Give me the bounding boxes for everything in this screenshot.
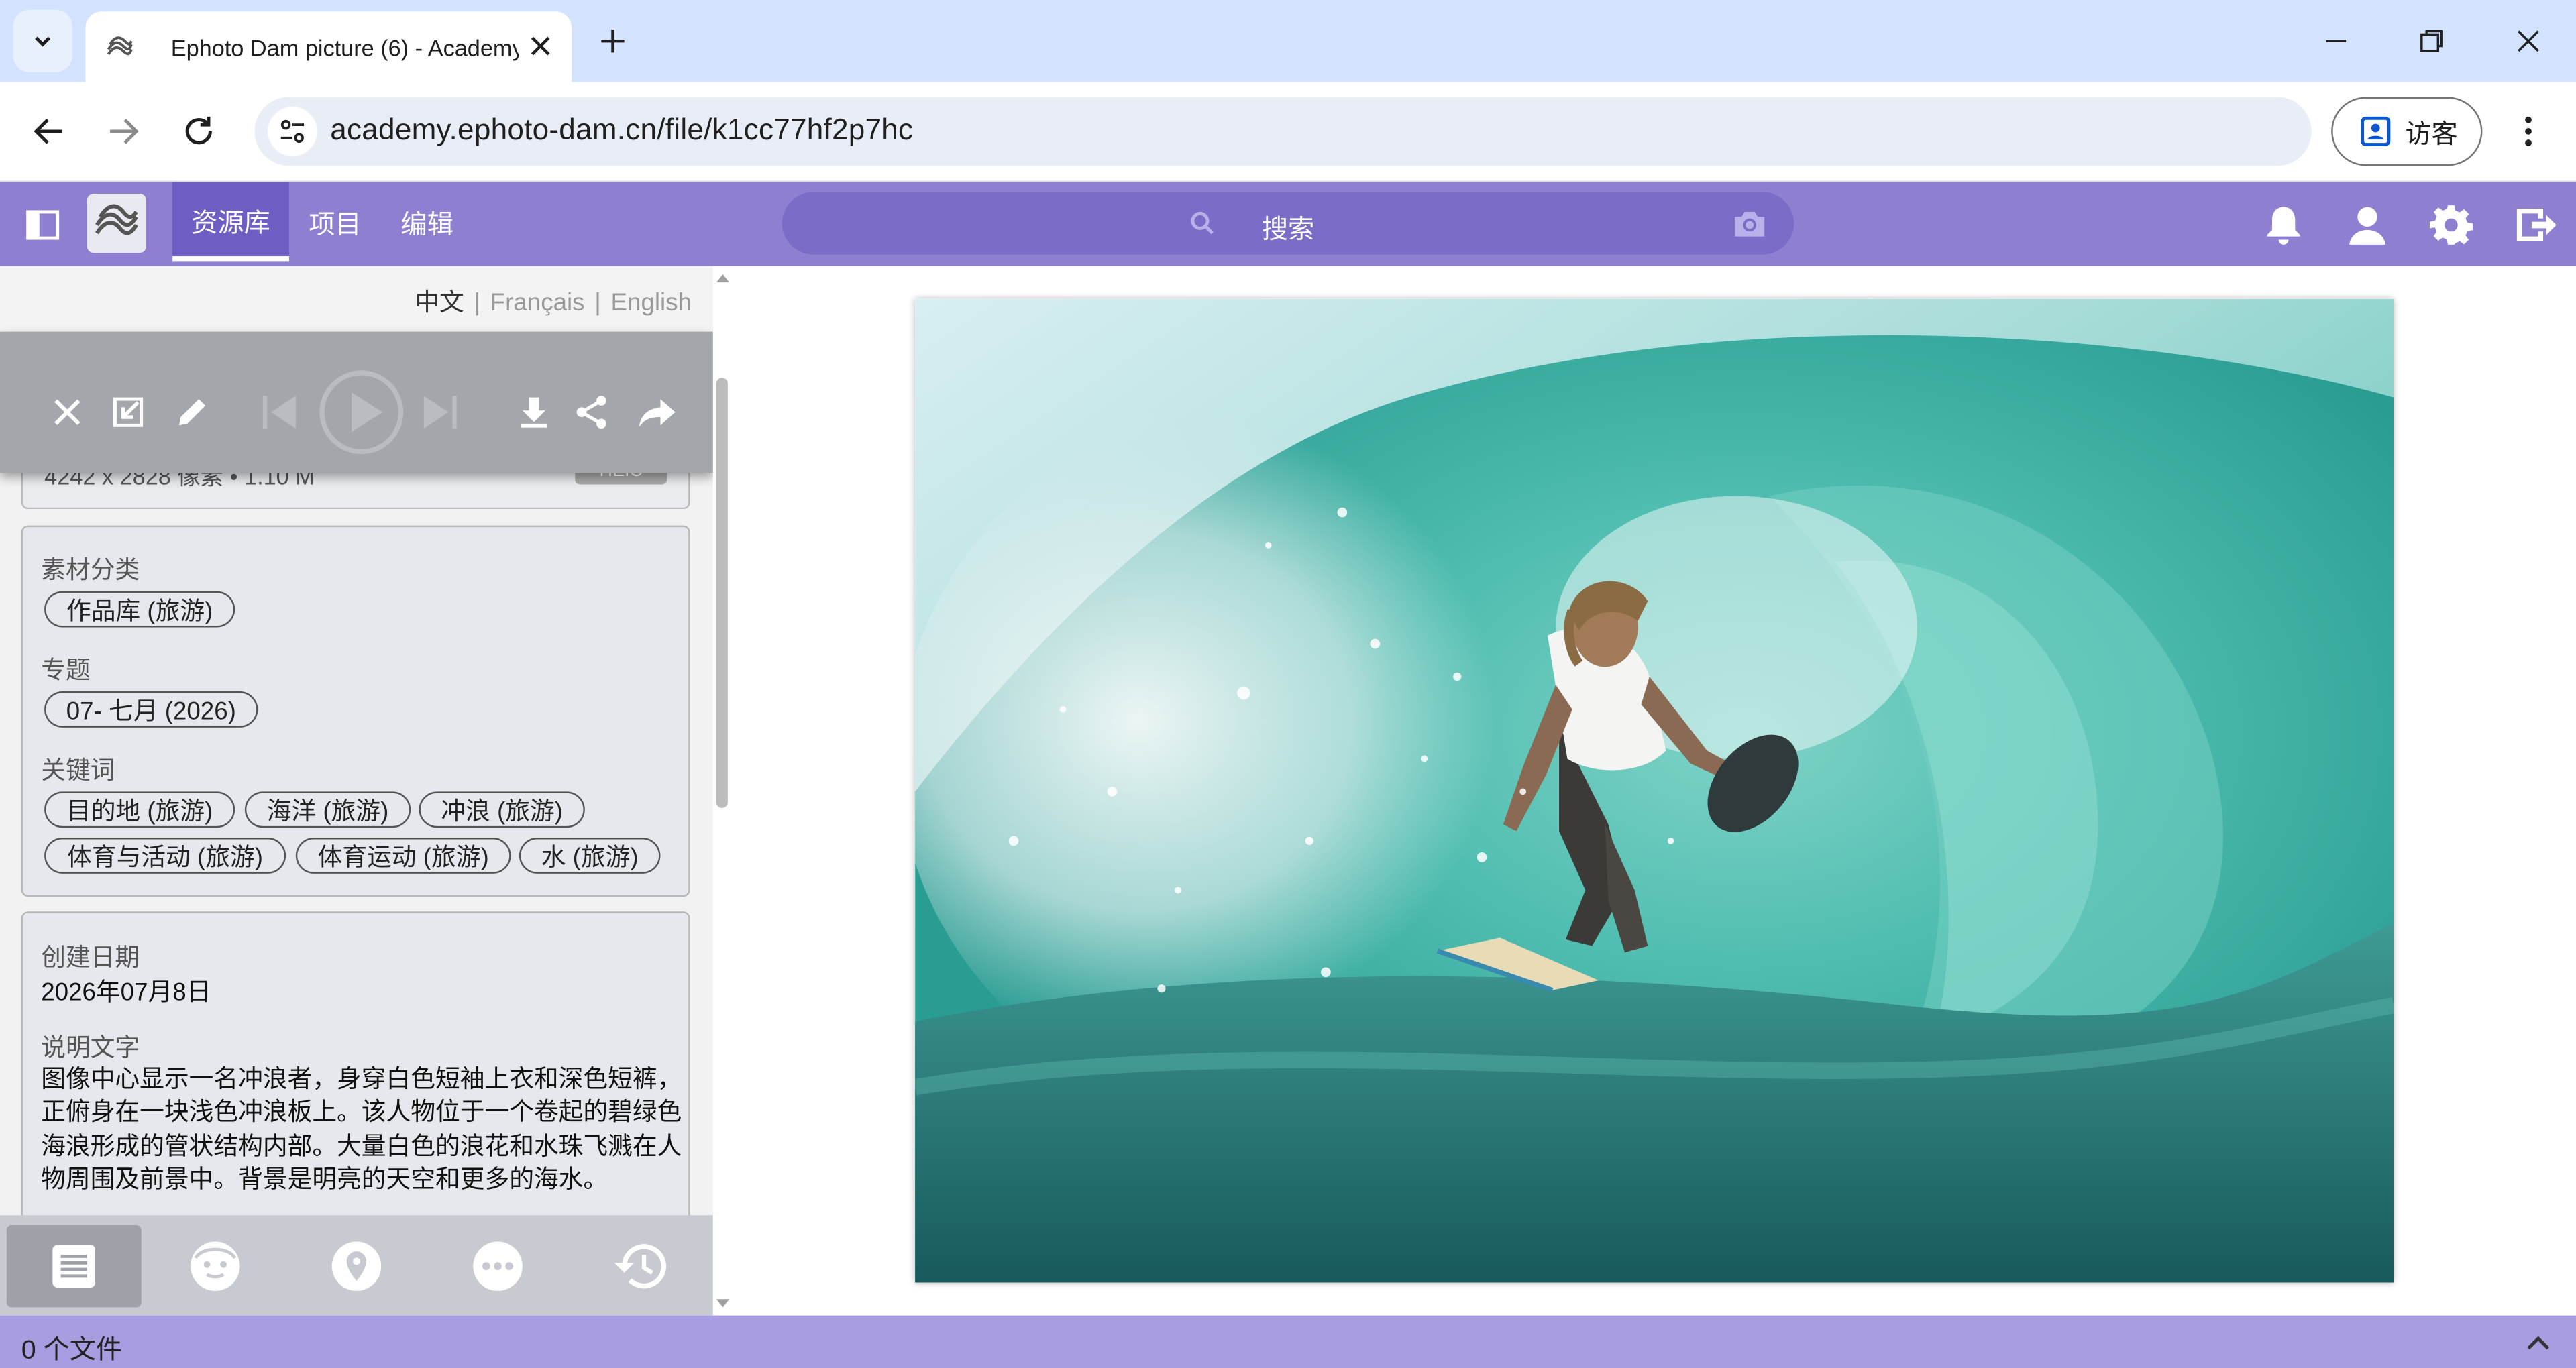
close-icon[interactable] xyxy=(49,394,85,431)
keyword-chip[interactable]: 目的地 (旅游) xyxy=(44,791,235,828)
panel-scrollbar[interactable] xyxy=(712,266,733,1316)
faces-tab[interactable] xyxy=(148,1225,282,1307)
file-count: 0 个文件 xyxy=(21,1336,123,1365)
surfer-photo[interactable] xyxy=(915,298,2394,1283)
file-info-panel: 中文 | Français | English 4242 x 2828 像素 • 1.1… xyxy=(0,266,713,1316)
status-bar: 0 个文件 xyxy=(0,1315,2576,1368)
site-info-button[interactable] xyxy=(268,107,317,156)
search-icon xyxy=(1191,211,1214,235)
topic-chip[interactable]: 07- 七月 (2026) xyxy=(44,691,258,728)
user-icon[interactable] xyxy=(2345,202,2391,248)
location-icon xyxy=(331,1241,382,1291)
play-icon[interactable] xyxy=(317,368,406,457)
gear-icon[interactable] xyxy=(2428,202,2475,248)
profile-button[interactable]: 访客 xyxy=(2331,97,2483,166)
scrollbar-thumb[interactable] xyxy=(716,378,728,808)
caption-label: 说明文字 xyxy=(41,1034,140,1063)
forward-nav-icon[interactable] xyxy=(103,112,143,152)
profile-icon xyxy=(2361,116,2391,146)
keyword-chip[interactable]: 体育运动 (旅游) xyxy=(295,837,511,874)
keyword-chip[interactable]: 体育与活动 (旅游) xyxy=(44,837,286,874)
app-header: 资源库 项目 编辑 搜索 xyxy=(0,182,2576,266)
restore-icon[interactable] xyxy=(2412,21,2451,61)
minimize-icon[interactable] xyxy=(2316,21,2356,61)
category-chip[interactable]: 作品库 (旅游) xyxy=(44,591,235,628)
tab-search-dropdown[interactable] xyxy=(13,9,72,72)
language-en[interactable]: English xyxy=(611,289,692,317)
language-fr[interactable]: Français xyxy=(490,289,585,317)
classification-card: 素材分类 作品库 (旅游) 专题 07- 七月 (2026) 关键词 目的地 (… xyxy=(21,525,690,897)
exit-fullscreen-icon[interactable] xyxy=(110,394,146,431)
forward-icon[interactable] xyxy=(637,392,677,432)
more-icon xyxy=(473,1241,523,1291)
image-viewer xyxy=(733,266,2576,1316)
history-tab[interactable] xyxy=(572,1225,706,1307)
search-bar[interactable]: 搜索 xyxy=(782,192,1794,255)
tab-title: Ephoto Dam picture (6) - Academy xyxy=(170,34,519,60)
logo-icon[interactable] xyxy=(87,193,146,253)
browser-menu-icon[interactable] xyxy=(2510,112,2546,152)
tune-icon xyxy=(280,119,305,143)
browser-toolbar: academy.ephoto-dam.cn/file/k1cc77hf2p7hc… xyxy=(0,82,2576,182)
chevron-up-icon[interactable] xyxy=(2525,1330,2551,1353)
info-tab[interactable] xyxy=(6,1224,142,1308)
new-tab-icon[interactable] xyxy=(595,23,631,59)
keyword-chip[interactable]: 水 (旅游) xyxy=(519,837,661,874)
more-tab[interactable] xyxy=(431,1225,566,1307)
history-icon xyxy=(614,1244,667,1289)
language-separator: | xyxy=(594,289,601,317)
language-switcher: 中文 | Français | English xyxy=(0,266,713,332)
viewer-controls xyxy=(0,331,713,473)
sidebar-toggle-icon[interactable] xyxy=(23,205,62,245)
bell-icon[interactable] xyxy=(2261,202,2307,248)
keyword-chip[interactable]: 海洋 (旅游) xyxy=(244,791,411,828)
language-separator: | xyxy=(474,289,480,317)
edit-icon[interactable] xyxy=(174,394,211,431)
close-window-icon[interactable] xyxy=(2509,21,2548,61)
profile-label: 访客 xyxy=(2405,121,2458,150)
next-icon[interactable] xyxy=(419,391,462,434)
back-icon[interactable] xyxy=(30,112,69,152)
language-zh[interactable]: 中文 xyxy=(415,289,464,317)
camera-icon[interactable] xyxy=(1731,207,1768,240)
reload-icon[interactable] xyxy=(179,112,219,152)
tab-library[interactable]: 资源库 xyxy=(172,182,290,262)
created-value: 2026年07月8日 xyxy=(41,978,211,1007)
keyword-chip[interactable]: 冲浪 (旅游) xyxy=(419,791,585,828)
search-input[interactable]: 搜索 xyxy=(1262,207,1314,247)
ephoto-favicon-icon xyxy=(107,36,133,55)
category-label: 素材分类 xyxy=(41,557,140,585)
address-bar[interactable]: academy.ephoto-dam.cn/file/k1cc77hf2p7hc xyxy=(254,97,2312,166)
face-icon xyxy=(191,1241,240,1291)
scroll-down-arrow-icon[interactable] xyxy=(716,1299,730,1309)
browser-tab-strip: Ephoto Dam picture (6) - Academy xyxy=(0,0,2576,82)
caption-text: 图像中心显示一名冲浪者，身穿白色短袖上衣和深色短裤，正俯身在一块浅色冲浪板上。该… xyxy=(41,1066,682,1194)
panel-bottom-nav xyxy=(0,1215,713,1316)
topic-label: 专题 xyxy=(41,657,91,685)
chevron-down-icon xyxy=(35,36,51,47)
tab-edit[interactable]: 编辑 xyxy=(391,182,464,262)
tab-projects[interactable]: 项目 xyxy=(299,182,372,262)
logout-icon[interactable] xyxy=(2512,202,2559,248)
download-icon[interactable] xyxy=(516,394,552,431)
url-text: academy.ephoto-dam.cn/file/k1cc77hf2p7hc xyxy=(330,113,914,146)
previous-icon[interactable] xyxy=(258,391,301,434)
location-tab[interactable] xyxy=(289,1225,424,1307)
share-icon[interactable] xyxy=(574,394,610,431)
browser-tab[interactable]: Ephoto Dam picture (6) - Academy xyxy=(85,11,572,82)
close-tab-icon[interactable] xyxy=(526,32,555,61)
keywords-label: 关键词 xyxy=(41,756,115,785)
scroll-up-arrow-icon[interactable] xyxy=(716,273,730,283)
list-icon xyxy=(52,1245,96,1288)
created-label: 创建日期 xyxy=(41,944,140,972)
